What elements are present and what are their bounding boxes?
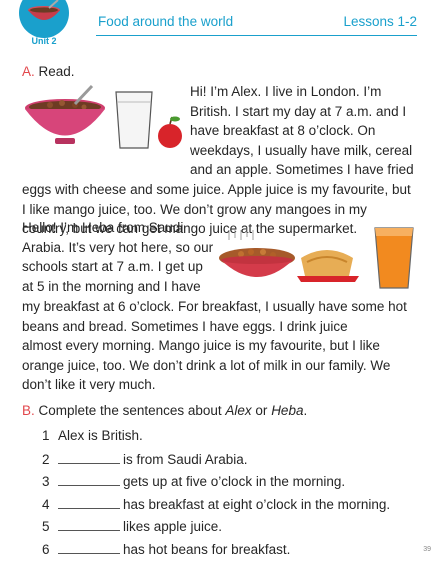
heba-line: orange juice, too. We don’t drink a lot … bbox=[22, 356, 407, 376]
answer-blank[interactable] bbox=[58, 541, 120, 554]
section-b-heading: B. Complete the sentences about Alex or … bbox=[22, 403, 307, 418]
answer-blank[interactable] bbox=[58, 451, 120, 464]
exercise-item-4: 4 has breakfast at eight o’clock in the m… bbox=[42, 496, 390, 519]
item-text: Alex is British. bbox=[58, 428, 143, 443]
cereal-milk-apple-icon bbox=[20, 82, 188, 154]
heba-line: Arabia. It’s very hot here, so our bbox=[22, 238, 213, 258]
section-b-instruction-pre: Complete the sentences about bbox=[39, 403, 226, 418]
alex-line: and an apple. Sometimes I have fried bbox=[190, 160, 414, 180]
unit-badge: Unit 2 bbox=[4, 0, 82, 50]
heba-line: Hello! I’m Heba from Saudi bbox=[22, 218, 213, 238]
alex-line: have breakfast at 8 o’clock. On bbox=[190, 121, 414, 141]
item-text: has hot beans for breakfast. bbox=[123, 542, 290, 557]
page-title: Food around the world bbox=[98, 14, 233, 29]
section-a-letter: A. bbox=[22, 64, 35, 79]
section-b-name-heba: Heba bbox=[271, 403, 303, 418]
alex-line: British. I start my day at 7 a.m. and I bbox=[190, 102, 414, 122]
exercise-item-6: 6 has hot beans for breakfast. bbox=[42, 541, 390, 563]
alex-line: Hi! I’m Alex. I live in London. I’m bbox=[190, 82, 414, 102]
item-text: gets up at five o’clock in the morning. bbox=[123, 474, 345, 489]
alex-paragraph-top: Hi! I’m Alex. I live in London. I’m Brit… bbox=[190, 82, 414, 180]
section-b-name-alex: Alex bbox=[225, 403, 251, 418]
header-rule bbox=[96, 35, 417, 36]
item-number: 6 bbox=[42, 542, 58, 557]
section-b-letter: B. bbox=[22, 403, 35, 418]
exercise-item-1: 1Alex is British. bbox=[42, 428, 390, 451]
heba-line: almost every morning. Mango juice is my … bbox=[22, 336, 407, 356]
breakfast-bowl-icon: Unit 2 bbox=[4, 0, 82, 50]
heba-line: schools start at 7 a.m. I get up bbox=[22, 257, 213, 277]
page-number: 39 bbox=[423, 546, 431, 553]
exercise-list: 1Alex is British. 2 is from Saudi Arabia.… bbox=[42, 428, 390, 563]
heba-breakfast-illustration bbox=[217, 224, 423, 292]
heba-line: my breakfast at 6 o’clock. For breakfast… bbox=[22, 297, 407, 317]
item-text: likes apple juice. bbox=[123, 519, 222, 534]
lessons-label: Lessons 1-2 bbox=[343, 14, 417, 29]
item-text: has breakfast at eight o’clock in the mo… bbox=[123, 497, 390, 512]
item-number: 5 bbox=[42, 519, 58, 534]
item-number: 1 bbox=[42, 428, 58, 443]
item-text: is from Saudi Arabia. bbox=[123, 452, 248, 467]
alex-breakfast-illustration bbox=[20, 82, 188, 154]
unit-label: Unit 2 bbox=[31, 36, 56, 46]
section-b-instruction-post: . bbox=[303, 403, 307, 418]
exercise-item-3: 3 gets up at five o’clock in the morning. bbox=[42, 473, 390, 496]
answer-blank[interactable] bbox=[58, 496, 120, 509]
alex-line: I like mango juice, too. We don’t grow a… bbox=[22, 200, 411, 220]
section-a-instruction: Read. bbox=[39, 64, 75, 79]
heba-paragraph-bottom: my breakfast at 6 o’clock. For breakfast… bbox=[22, 297, 407, 395]
answer-blank[interactable] bbox=[58, 518, 120, 531]
item-number: 3 bbox=[42, 474, 58, 489]
beans-bread-juice-icon bbox=[217, 224, 423, 292]
section-b-instruction-mid: or bbox=[252, 403, 272, 418]
alex-line: weekdays, I usually have milk, cereal bbox=[190, 141, 414, 161]
heba-line: at 5 in the morning and I have bbox=[22, 277, 213, 297]
exercise-item-2: 2 is from Saudi Arabia. bbox=[42, 451, 390, 474]
heba-line: beans and bread. Sometimes I have eggs. … bbox=[22, 317, 407, 337]
alex-line: eggs with cheese and some juice. Apple j… bbox=[22, 180, 411, 200]
answer-blank[interactable] bbox=[58, 473, 120, 486]
heba-line: don’t like it very much. bbox=[22, 375, 407, 395]
section-a-heading: A. Read. bbox=[22, 64, 75, 79]
item-number: 4 bbox=[42, 497, 58, 512]
item-number: 2 bbox=[42, 452, 58, 467]
exercise-item-5: 5 likes apple juice. bbox=[42, 518, 390, 541]
heba-paragraph-top: Hello! I’m Heba from Saudi Arabia. It’s … bbox=[22, 218, 213, 296]
